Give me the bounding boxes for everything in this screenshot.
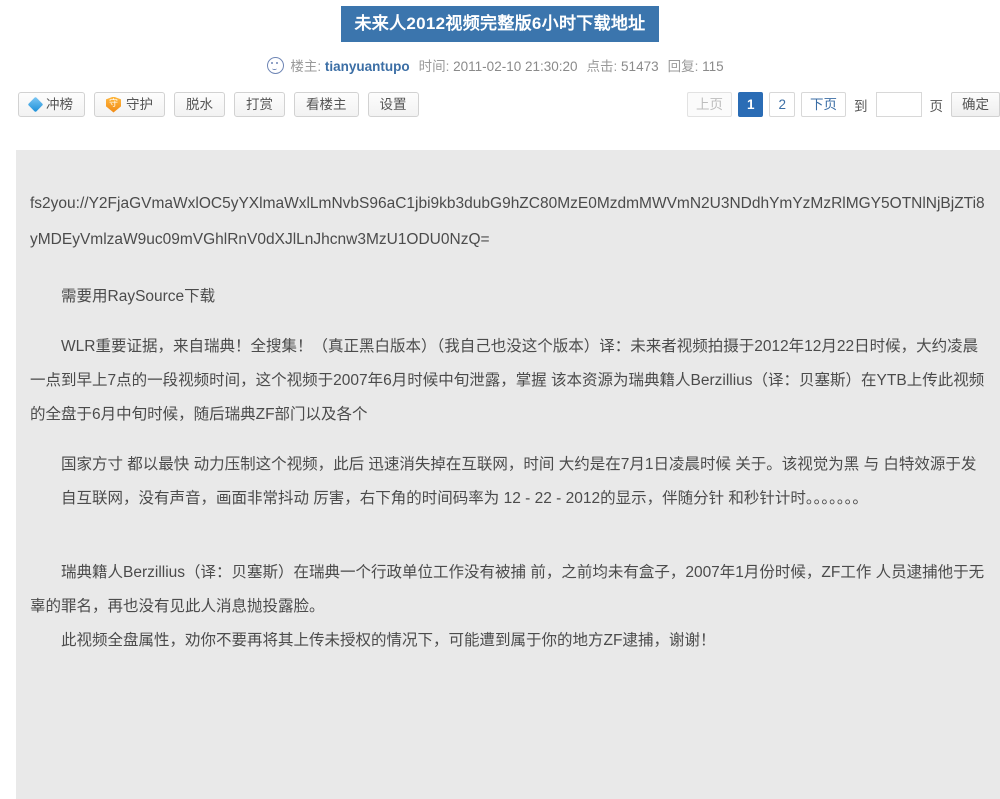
shield-icon: 守	[106, 96, 121, 113]
action-toolbar: 冲榜 守 守护 脱水 打赏 看楼主 设置 上页 1 2 下页 到 页 确定	[0, 89, 1000, 129]
post-body-panel: fs2you://Y2FjaGVmaWxlOC5yYXlmaWxlLmNvbS9…	[16, 150, 1000, 799]
views-count: 51473	[621, 59, 659, 74]
tip-button-label: 打赏	[246, 96, 273, 112]
view-author-only-button[interactable]: 看楼主	[294, 92, 359, 117]
view-author-only-button-label: 看楼主	[306, 96, 347, 112]
tip-button[interactable]: 打赏	[234, 92, 285, 117]
rank-button[interactable]: 冲榜	[18, 92, 85, 117]
pagination: 上页 1 2 下页 到 页 确定	[686, 92, 1000, 117]
forum-post-page: 未来人2012视频完整版6小时下载地址 楼主: tianyuantupo 时间: …	[0, 0, 1000, 799]
download-note: 需要用RaySource下载	[61, 288, 216, 305]
page-title: 未来人2012视频完整版6小时下载地址	[340, 6, 660, 42]
post-content: fs2you://Y2FjaGVmaWxlOC5yYXlmaWxlLmNvbS9…	[30, 186, 986, 658]
post-paragraph-3: 自互联网，没有声音，画面非常抖动 厉害，右下角的时间码率为 12 - 22 - …	[61, 490, 868, 507]
shield-icon-char: 守	[108, 98, 118, 109]
views-label: 点击:	[586, 59, 618, 74]
post-paragraph-4: 瑞典籍人Berzillius（译：贝塞斯）在瑞典一个行政单位工作没有被捕 前，之…	[30, 564, 985, 615]
replies-count: 115	[702, 59, 724, 74]
toolbar-actions: 冲榜 守 守护 脱水 打赏 看楼主 设置	[18, 92, 419, 117]
replies-label: 回复:	[667, 59, 699, 74]
page-jump-input[interactable]	[875, 92, 922, 117]
dehydrate-button-label: 脱水	[186, 96, 213, 112]
smiley-face-icon	[267, 57, 285, 74]
pagination-page-2[interactable]: 2	[769, 92, 795, 117]
time-label: 时间:	[418, 59, 450, 74]
pagination-page-1[interactable]: 1	[737, 92, 764, 117]
pagination-next[interactable]: 下页	[801, 92, 846, 117]
post-paragraph-2: 国家方寸 都以最快 动力压制这个视频，此后 迅速消失掉在互联网，时间 大约是在7…	[61, 456, 977, 473]
rank-button-label: 冲榜	[46, 96, 73, 112]
pagination-prev[interactable]: 上页	[686, 92, 732, 117]
title-row: 未来人2012视频完整版6小时下载地址	[0, 0, 1000, 42]
diamond-icon	[27, 96, 44, 113]
guard-button[interactable]: 守 守护	[94, 92, 165, 117]
post-meta: 楼主: tianyuantupo 时间: 2011-02-10 21:30:20 点…	[0, 40, 1000, 81]
download-link[interactable]: fs2you://Y2FjaGVmaWxlOC5yYXlmaWxlLmNvbS9…	[30, 186, 986, 258]
author-label: 楼主:	[290, 59, 322, 74]
settings-button-label: 设置	[379, 96, 407, 112]
jump-confirm-button[interactable]: 确定	[951, 92, 1000, 117]
guard-button-label: 守护	[126, 96, 153, 112]
jump-suffix-label: 页	[929, 98, 944, 114]
author-name[interactable]: tianyuantupo	[325, 59, 410, 74]
dehydrate-button[interactable]: 脱水	[174, 92, 225, 117]
post-paragraph-1: WLR重要证据，来自瑞典！全搜集！（真正黑白版本）（我自己也没这个版本）译：未来…	[30, 338, 985, 423]
post-paragraph-5: 此视频全盘属性，劝你不要再将其上传未授权的情况下，可能遭到属于你的地方ZF逮捕，…	[61, 632, 716, 649]
post-timestamp: 2011-02-10 21:30:20	[453, 59, 578, 74]
jump-prefix-label: 到	[854, 98, 868, 114]
settings-button[interactable]: 设置	[367, 92, 419, 117]
